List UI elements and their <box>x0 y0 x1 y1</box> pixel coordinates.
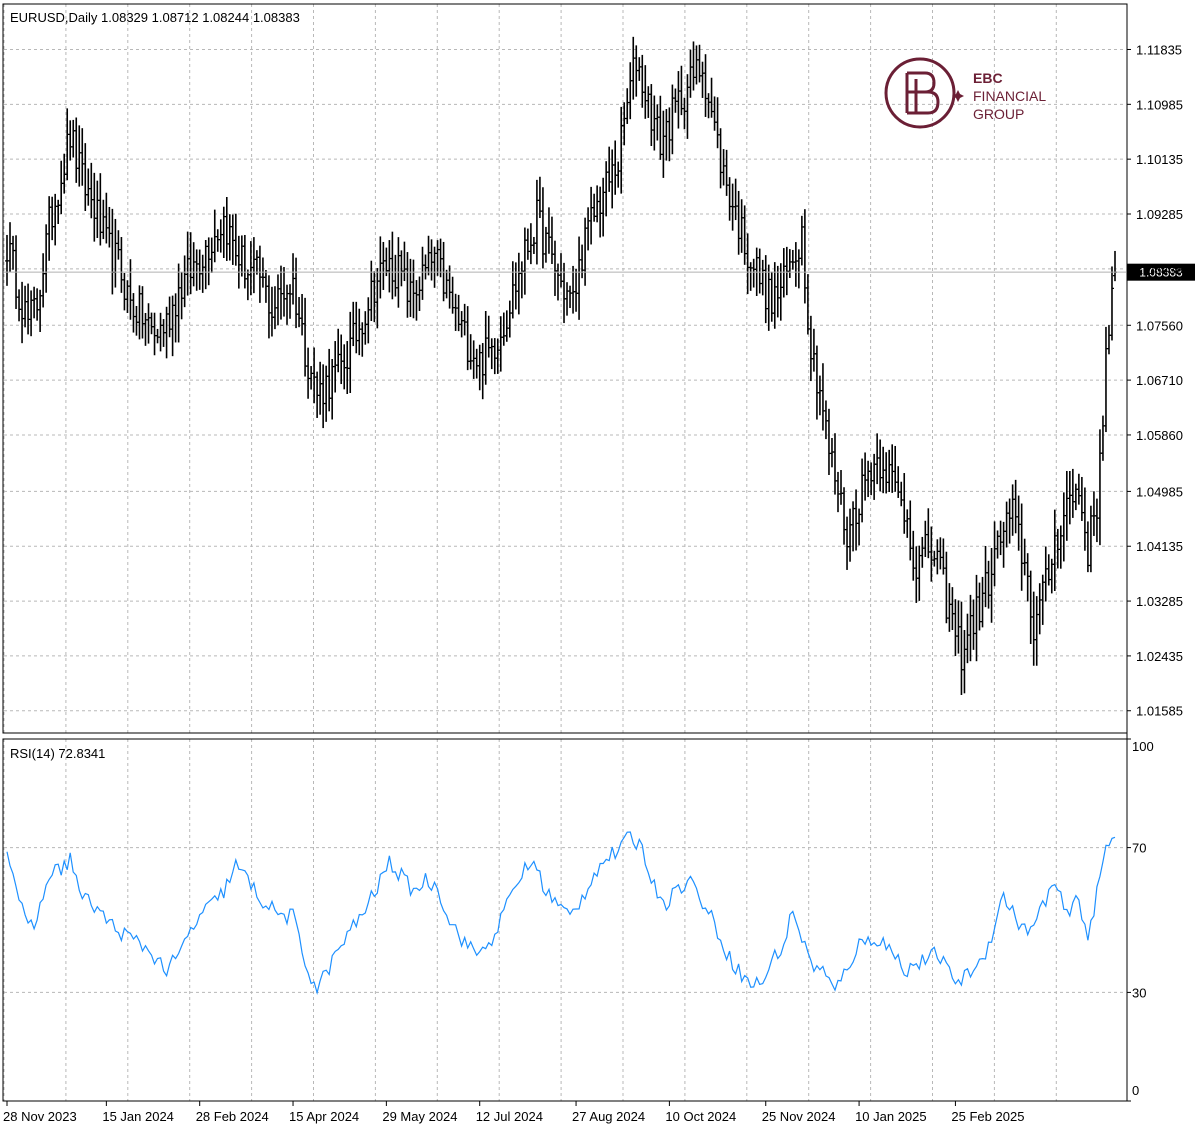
x-tick-label: 25 Feb 2025 <box>951 1109 1024 1124</box>
price-tick-label: 1.09285 <box>1136 207 1183 222</box>
rsi-tick-label: 30 <box>1132 985 1146 1000</box>
x-tick-label: 28 Feb 2024 <box>196 1109 269 1124</box>
logo-line-3: GROUP <box>973 106 1024 122</box>
price-tick-label: 1.04135 <box>1136 539 1183 554</box>
x-tick-label: 12 Jul 2024 <box>476 1109 543 1124</box>
price-tick-label: 1.05860 <box>1136 428 1183 443</box>
chart-canvas[interactable]: 1.08383 1.118351.109851.101351.092851.08… <box>0 0 1200 1136</box>
price-tick-label: 1.01585 <box>1136 704 1183 719</box>
x-tick-label: 10 Jan 2025 <box>855 1109 927 1124</box>
price-tick-label: 1.10135 <box>1136 152 1183 167</box>
price-tick-label: 1.04985 <box>1136 484 1183 499</box>
price-tick-label: 1.06710 <box>1136 373 1183 388</box>
price-tick-label: 1.11835 <box>1136 42 1182 57</box>
x-tick-label: 25 Nov 2024 <box>762 1109 836 1124</box>
x-tick-label: 15 Apr 2024 <box>289 1109 359 1124</box>
x-tick-label: 10 Oct 2024 <box>665 1109 736 1124</box>
price-tick-label: 1.03285 <box>1136 594 1183 609</box>
rsi-tick-label: 100 <box>1132 739 1154 754</box>
price-tick-label: 1.02435 <box>1136 649 1183 664</box>
rsi-tick-label: 70 <box>1132 841 1146 856</box>
x-tick-label: 15 Jan 2024 <box>102 1109 174 1124</box>
rsi-title: RSI(14) 72.8341 <box>10 746 105 761</box>
price-tick-label: 1.10985 <box>1136 97 1183 112</box>
logo-line-2: FINANCIAL <box>973 88 1046 104</box>
chart-window: 1.08383 1.11835 1.10985 1.10135 1.09285 1.08… <box>0 0 1200 1136</box>
price-tick-label: 1.08435 <box>1136 262 1183 277</box>
chart-title: EURUSD,Daily 1.08329 1.08712 1.08244 1.0… <box>10 10 300 25</box>
logo-line-1: EBC <box>973 70 1003 86</box>
x-tick-label: 29 May 2024 <box>382 1109 457 1124</box>
x-tick-label: 28 Nov 2023 <box>3 1109 77 1124</box>
x-tick-label: 27 Aug 2024 <box>572 1109 645 1124</box>
price-tick-label: 1.07560 <box>1136 318 1183 333</box>
rsi-tick-label: 0 <box>1132 1083 1139 1098</box>
